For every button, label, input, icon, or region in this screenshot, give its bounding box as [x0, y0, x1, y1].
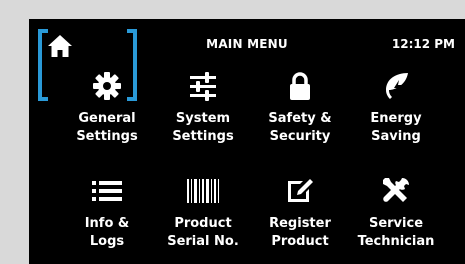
- clock: 12:12 PM: [391, 37, 455, 51]
- menu-label: Energy Saving: [370, 111, 422, 144]
- touch-screen: MAIN MENU 12:12 PM General Settings Syst…: [29, 19, 465, 264]
- barcode-icon: [155, 175, 251, 207]
- sliders-icon: [155, 70, 251, 102]
- menu-safety-security[interactable]: Safety & Security: [252, 70, 348, 146]
- gear-icon: [59, 70, 155, 102]
- menu-general-settings[interactable]: General Settings: [59, 70, 155, 146]
- device-frame: MAIN MENU 12:12 PM General Settings Syst…: [0, 0, 465, 264]
- selection-bracket-left: [38, 29, 48, 101]
- menu-label: Service Technician: [357, 216, 435, 249]
- leaf-icon: [348, 70, 444, 102]
- selection-bracket-right: [127, 29, 137, 101]
- list-icon: [59, 175, 155, 207]
- menu-label: System Settings: [172, 111, 234, 144]
- menu-system-settings[interactable]: System Settings: [155, 70, 251, 146]
- menu-label: Safety & Security: [268, 111, 332, 144]
- menu-label: General Settings: [76, 111, 138, 144]
- menu-label: Register Product: [269, 216, 331, 249]
- menu-label: Info & Logs: [84, 216, 130, 249]
- tools-icon: [348, 175, 444, 207]
- edit-icon: [252, 175, 348, 207]
- menu-energy-saving[interactable]: Energy Saving: [348, 70, 444, 146]
- menu-product-serial[interactable]: Product Serial No.: [155, 175, 251, 251]
- menu-label: Product Serial No.: [167, 216, 239, 249]
- menu-service-technician[interactable]: Service Technician: [348, 175, 444, 251]
- lock-icon: [252, 70, 348, 102]
- menu-register-product[interactable]: Register Product: [252, 175, 348, 251]
- menu-info-logs[interactable]: Info & Logs: [59, 175, 155, 251]
